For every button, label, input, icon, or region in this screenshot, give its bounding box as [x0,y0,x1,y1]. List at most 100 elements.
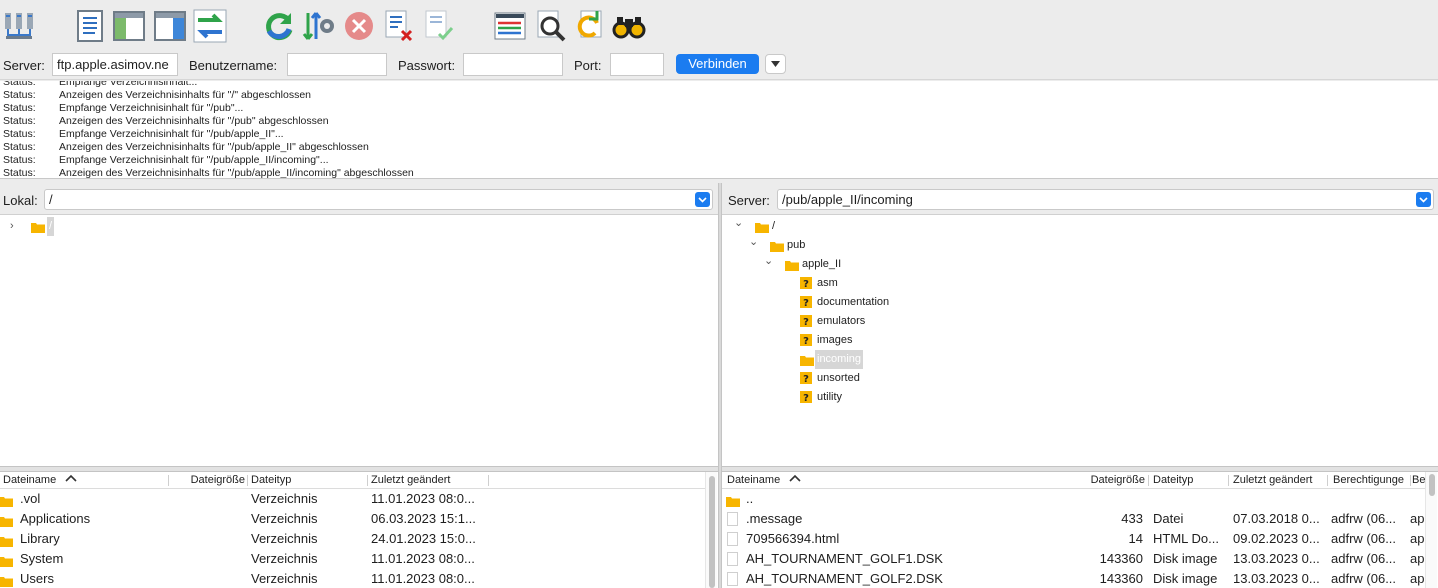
password-label: Passwort: [398,58,456,73]
toggle-local-tree-icon[interactable] [112,9,146,43]
tree-node-label: incoming [815,350,864,369]
toggle-log-icon[interactable] [73,9,107,43]
connect-button[interactable]: Verbinden [676,54,759,74]
scrollbar-thumb[interactable] [1429,474,1435,496]
local-file-list[interactable]: Dateiname Dateigröße Dateityp Zuletzt geänd… [0,472,718,588]
tree-node[interactable]: ? emulators [722,312,1422,331]
tree-node[interactable]: › / [0,217,700,236]
tree-node[interactable]: ⌄ pub [722,236,1422,255]
column-divider[interactable] [488,475,489,486]
file-row[interactable]: Users Verzeichnis 11.01.2023 08:0... [0,569,706,588]
toolbar [0,0,1438,50]
column-header[interactable]: Zuletzt geändert [371,472,451,489]
file-icon [727,552,738,566]
cell-owner: ap [1410,531,1424,546]
server-input[interactable] [52,53,178,76]
cell-type: Verzeichnis [251,531,318,546]
tree-node[interactable]: ? utility [722,388,1422,407]
tree-node[interactable]: ? asm [722,274,1422,293]
search-remote-icon[interactable] [612,9,646,43]
tree-node-label: apple_II [802,258,842,270]
folder-icon [800,354,814,366]
column-header-row: Dateiname Dateigröße Dateityp Zuletzt geänd… [0,472,706,489]
port-input[interactable] [610,53,664,76]
tree-node[interactable]: ? unsorted [722,369,1422,388]
chevron-down-icon[interactable]: ⌄ [764,252,774,271]
cell-type: Verzeichnis [251,511,318,526]
tree-node[interactable]: ⌄ / [722,217,1422,236]
local-path-combo[interactable]: / [44,189,713,210]
file-row[interactable]: .. [722,489,1426,509]
scrollbar-thumb[interactable] [709,476,715,588]
cell-owner: ap [1410,571,1424,586]
column-header[interactable]: Be [1412,472,1425,489]
file-row[interactable]: AH_TOURNAMENT_GOLF1.DSK 143360 Disk image 1… [722,549,1426,569]
column-header[interactable]: Dateiname [3,472,56,489]
unknown-folder-icon: ? [800,296,814,309]
cell-modified: 11.01.2023 08:0... [371,551,475,566]
local-directory-tree[interactable]: › / [0,215,718,466]
refresh-icon[interactable] [262,9,296,43]
cell-name: .. [746,491,754,506]
remote-path-combo[interactable]: /pub/apple_II/incoming [777,189,1434,210]
cancel-icon[interactable] [342,9,376,43]
compare-directories-icon[interactable] [534,9,568,43]
column-header[interactable]: Zuletzt geändert [1233,472,1313,489]
file-row[interactable]: Applications Verzeichnis 06.03.2023 15:1..… [0,509,706,529]
password-input[interactable] [463,53,563,76]
remote-file-list[interactable]: Dateiname Dateigröße Dateityp Zuletzt geänd… [722,472,1438,588]
column-header[interactable]: Dateigröße [1076,472,1145,489]
column-header[interactable]: Dateityp [251,472,291,489]
local-path-dropdown-button[interactable] [695,192,710,207]
toggle-remote-tree-icon[interactable] [153,9,187,43]
column-header[interactable]: Dateityp [1153,472,1193,489]
file-icon [727,532,738,546]
tree-node[interactable]: ? documentation [722,293,1422,312]
file-row[interactable]: AH_TOURNAMENT_GOLF2.DSK 143360 Disk image 1… [722,569,1426,588]
column-divider[interactable] [1327,475,1328,486]
cell-perm: adfrw (06... [1331,511,1397,526]
sync-browsing-icon[interactable] [573,9,607,43]
tree-node[interactable]: ? images [722,331,1422,350]
site-manager-icon[interactable] [2,9,36,43]
column-divider[interactable] [247,475,248,486]
message-log[interactable]: Status: Empfange Verzeichnisinhalt... Stat… [0,81,1438,179]
remote-directory-tree[interactable]: ⌄ / ⌄ pub ⌄ apple_II? asm? documentation? emulat… [722,215,1438,466]
quickconnect-history-dropdown[interactable] [765,54,786,74]
directory-listing-filter-icon[interactable] [493,9,527,43]
vertical-scrollbar[interactable] [1425,472,1437,588]
log-message: Anzeigen des Verzeichnisinhalts für "/pu… [59,141,369,153]
chevron-down-icon[interactable]: ⌄ [734,215,744,233]
column-header[interactable]: Dateiname [727,472,780,489]
file-row[interactable]: 709566394.html 14 HTML Do... 09.02.2023 0..… [722,529,1426,549]
username-input[interactable] [287,53,387,76]
log-message: Anzeigen des Verzeichnisinhalts für "/pu… [59,115,329,127]
tree-node-label: utility [817,391,843,403]
remote-path-dropdown-button[interactable] [1416,192,1431,207]
column-divider[interactable] [1410,475,1411,486]
column-divider[interactable] [1228,475,1229,486]
file-row[interactable]: System Verzeichnis 11.01.2023 08:0... [0,549,706,569]
process-queue-icon[interactable] [302,9,336,43]
unknown-folder-icon: ? [800,391,814,404]
tree-node[interactable]: ⌄ apple_II [722,255,1422,274]
file-row[interactable]: .vol Verzeichnis 11.01.2023 08:0... [0,489,706,509]
column-header[interactable]: Berechtigunge [1333,472,1404,489]
sort-ascending-icon[interactable] [789,472,801,488]
chevron-down-icon[interactable]: ⌄ [749,233,759,252]
disconnect-icon[interactable] [382,9,416,43]
sort-ascending-icon[interactable] [65,472,77,488]
file-row[interactable]: Library Verzeichnis 24.01.2023 15:0... [0,529,706,549]
vertical-scrollbar[interactable] [705,472,717,588]
tree-node[interactable]: incoming [722,350,1422,369]
folder-icon [755,221,769,233]
column-divider[interactable] [367,475,368,486]
cell-type: Verzeichnis [251,571,318,586]
reconnect-icon[interactable] [422,9,456,43]
transfer-queue-icon[interactable] [193,9,227,43]
quickconnect-bar: Server: Benutzername: Passwort: Port: Ve… [0,50,1438,80]
column-divider[interactable] [1148,475,1149,486]
file-row[interactable]: .message 433 Datei 07.03.2018 0... adfrw (06… [722,509,1426,529]
chevron-right-icon[interactable]: › [10,217,20,236]
column-header[interactable]: Dateigröße [169,472,245,489]
